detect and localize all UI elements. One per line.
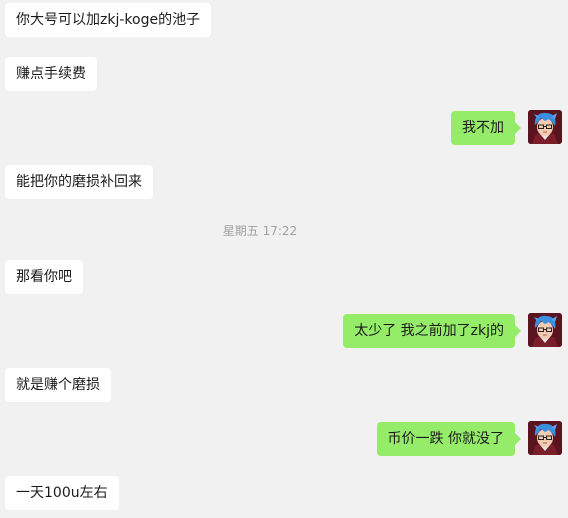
incoming-message-bubble[interactable]: 那看你吧 <box>5 260 83 294</box>
user-avatar[interactable] <box>528 313 562 347</box>
message-text: 赚点手续费 <box>16 66 86 82</box>
message-text: 能把你的磨损补回来 <box>16 174 142 190</box>
incoming-message-bubble[interactable]: 赚点手续费 <box>5 57 97 91</box>
anime-avatar-icon <box>528 110 562 144</box>
user-avatar[interactable] <box>528 110 562 144</box>
message-text: 一天100u左右 <box>16 485 108 501</box>
outgoing-message-bubble[interactable]: 太少了 我之前加了zkj的 <box>343 314 521 348</box>
user-avatar[interactable] <box>528 421 562 455</box>
message-text: 我不加 <box>462 120 504 136</box>
anime-avatar-icon <box>528 313 562 347</box>
message-text: 就是赚个磨损 <box>16 377 100 393</box>
message-text: 那看你吧 <box>16 269 72 285</box>
message-timestamp: 星期五 17:22 <box>222 224 298 238</box>
outgoing-message-bubble[interactable]: 币价一跌 你就没了 <box>376 422 522 456</box>
message-text: 太少了 我之前加了zkj的 <box>354 323 504 339</box>
chat-message-list: 你大号可以加zkj-koge的池子 赚点手续费 我不加 能把你的磨损补回来 星期… <box>0 0 568 518</box>
anime-avatar-icon <box>528 421 562 455</box>
incoming-message-bubble[interactable]: 能把你的磨损补回来 <box>5 165 153 199</box>
message-text: 你大号可以加zkj-koge的池子 <box>16 12 201 28</box>
message-text: 币价一跌 你就没了 <box>387 431 504 447</box>
incoming-message-bubble[interactable]: 你大号可以加zkj-koge的池子 <box>5 3 212 37</box>
incoming-message-bubble[interactable]: 一天100u左右 <box>5 476 119 510</box>
outgoing-message-bubble[interactable]: 我不加 <box>451 111 521 145</box>
incoming-message-bubble[interactable]: 就是赚个磨损 <box>5 368 111 402</box>
